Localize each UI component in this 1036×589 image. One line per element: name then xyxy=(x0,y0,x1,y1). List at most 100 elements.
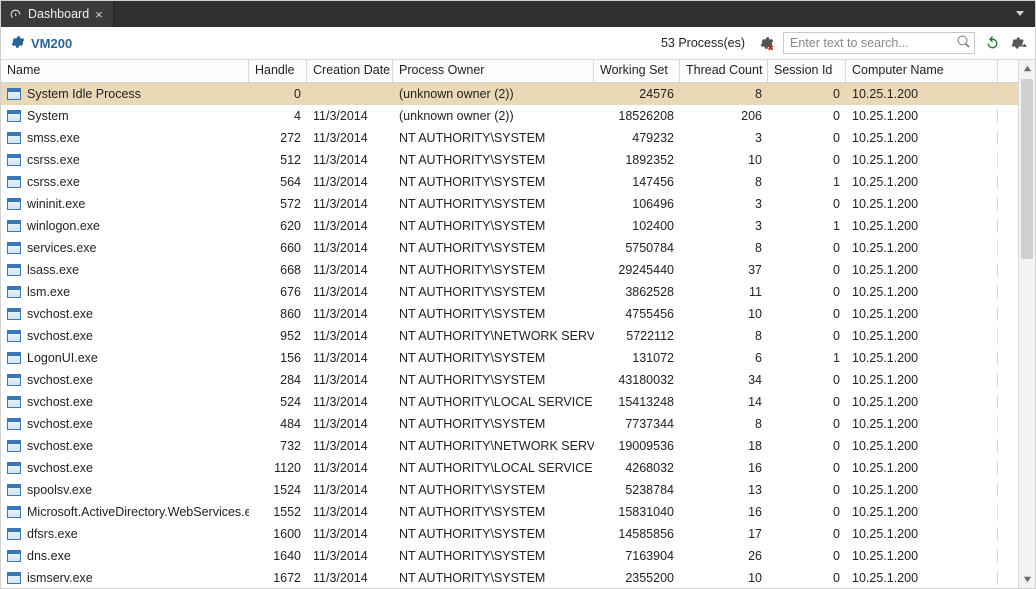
cell-name: svchost.exe xyxy=(27,373,93,387)
cell-session-id: 0 xyxy=(768,153,846,167)
cell-computer-name: 10.25.1.200 xyxy=(846,219,998,233)
table-row[interactable]: System Idle Process0(unknown owner (2))2… xyxy=(1,83,1018,105)
cell-date: 11/3/2014 xyxy=(307,527,393,541)
gear-delete-icon[interactable] xyxy=(757,34,775,52)
cell-computer-name: 10.25.1.200 xyxy=(846,571,998,585)
close-icon[interactable]: × xyxy=(95,8,103,21)
cell-handle: 1524 xyxy=(249,483,307,497)
cell-working-set: 106496 xyxy=(594,197,680,211)
table-row[interactable]: services.exe66011/3/2014NT AUTHORITY\SYS… xyxy=(1,237,1018,259)
col-handle[interactable]: Handle xyxy=(249,60,307,82)
table-row[interactable]: svchost.exe86011/3/2014NT AUTHORITY\SYST… xyxy=(1,303,1018,325)
cell-session-id: 0 xyxy=(768,329,846,343)
process-icon xyxy=(7,220,21,232)
search-input-wrap[interactable] xyxy=(783,32,975,54)
table-row[interactable]: Microsoft.ActiveDirectory.WebServices.ex… xyxy=(1,501,1018,523)
cell-handle: 0 xyxy=(249,87,307,101)
cell-session-id: 0 xyxy=(768,285,846,299)
col-computer-name[interactable]: Computer Name xyxy=(846,60,998,82)
cell-name: csrss.exe xyxy=(27,153,80,167)
scroll-down-icon[interactable] xyxy=(1019,571,1035,588)
cell-owner: NT AUTHORITY\SYSTEM xyxy=(393,263,594,277)
table-row[interactable]: smss.exe27211/3/2014NT AUTHORITY\SYSTEM4… xyxy=(1,127,1018,149)
cell-session-id: 0 xyxy=(768,505,846,519)
cell-computer-name: 10.25.1.200 xyxy=(846,109,998,123)
cell-name: LogonUI.exe xyxy=(27,351,98,365)
cell-thread-count: 206 xyxy=(680,109,768,123)
col-creation-date[interactable]: Creation Date xyxy=(307,60,393,82)
table-row[interactable]: System411/3/2014(unknown owner (2))18526… xyxy=(1,105,1018,127)
process-icon xyxy=(7,176,21,188)
table-row[interactable]: lsass.exe66811/3/2014NT AUTHORITY\SYSTEM… xyxy=(1,259,1018,281)
scroll-track[interactable] xyxy=(1019,77,1035,571)
cell-working-set: 4268032 xyxy=(594,461,680,475)
cell-date: 11/3/2014 xyxy=(307,241,393,255)
tabbar-dropdown-icon[interactable] xyxy=(1011,7,1029,21)
table-row[interactable]: svchost.exe52411/3/2014NT AUTHORITY\LOCA… xyxy=(1,391,1018,413)
col-name[interactable]: Name xyxy=(1,60,249,82)
process-icon xyxy=(7,572,21,584)
cell-name: svchost.exe xyxy=(27,329,93,343)
cell-working-set: 43180032 xyxy=(594,373,680,387)
table-row[interactable]: svchost.exe48411/3/2014NT AUTHORITY\SYST… xyxy=(1,413,1018,435)
col-session-id[interactable]: Session Id xyxy=(768,60,846,82)
col-process-owner[interactable]: Process Owner xyxy=(393,60,594,82)
table-row[interactable]: wininit.exe57211/3/2014NT AUTHORITY\SYST… xyxy=(1,193,1018,215)
cell-session-id: 0 xyxy=(768,395,846,409)
cell-computer-name: 10.25.1.200 xyxy=(846,197,998,211)
search-icon[interactable] xyxy=(957,35,970,51)
table-row[interactable]: dfsrs.exe160011/3/2014NT AUTHORITY\SYSTE… xyxy=(1,523,1018,545)
cell-owner: NT AUTHORITY\NETWORK SERVICE xyxy=(393,329,594,343)
cell-owner: (unknown owner (2)) xyxy=(393,109,594,123)
cell-owner: NT AUTHORITY\SYSTEM xyxy=(393,241,594,255)
table-row[interactable]: svchost.exe28411/3/2014NT AUTHORITY\SYST… xyxy=(1,369,1018,391)
table-row[interactable]: csrss.exe56411/3/2014NT AUTHORITY\SYSTEM… xyxy=(1,171,1018,193)
cell-name: wininit.exe xyxy=(27,197,85,211)
cell-computer-name: 10.25.1.200 xyxy=(846,505,998,519)
tab-dashboard[interactable]: Dashboard × xyxy=(1,1,114,27)
col-thread-count[interactable]: Thread Count xyxy=(680,60,768,82)
cell-session-id: 0 xyxy=(768,549,846,563)
process-icon xyxy=(7,396,21,408)
cell-session-id: 0 xyxy=(768,461,846,475)
table-row[interactable]: svchost.exe73211/3/2014NT AUTHORITY\NETW… xyxy=(1,435,1018,457)
table-row[interactable]: dns.exe164011/3/2014NT AUTHORITY\SYSTEM7… xyxy=(1,545,1018,567)
cell-computer-name: 10.25.1.200 xyxy=(846,483,998,497)
table-row[interactable]: spoolsv.exe152411/3/2014NT AUTHORITY\SYS… xyxy=(1,479,1018,501)
settings-dropdown-icon[interactable] xyxy=(1009,34,1027,52)
cell-name: csrss.exe xyxy=(27,175,80,189)
table-row[interactable]: ismserv.exe167211/3/2014NT AUTHORITY\SYS… xyxy=(1,567,1018,588)
cell-working-set: 3862528 xyxy=(594,285,680,299)
cell-name: svchost.exe xyxy=(27,439,93,453)
table-row[interactable]: svchost.exe112011/3/2014NT AUTHORITY\LOC… xyxy=(1,457,1018,479)
cell-computer-name: 10.25.1.200 xyxy=(846,153,998,167)
refresh-icon[interactable] xyxy=(983,34,1001,52)
process-icon xyxy=(7,506,21,518)
scroll-up-icon[interactable] xyxy=(1019,60,1035,77)
cell-thread-count: 14 xyxy=(680,395,768,409)
table-row[interactable]: LogonUI.exe15611/3/2014NT AUTHORITY\SYST… xyxy=(1,347,1018,369)
cell-owner: NT AUTHORITY\SYSTEM xyxy=(393,153,594,167)
cell-handle: 860 xyxy=(249,307,307,321)
cell-name: dns.exe xyxy=(27,549,71,563)
table-row[interactable]: csrss.exe51211/3/2014NT AUTHORITY\SYSTEM… xyxy=(1,149,1018,171)
cell-date: 11/3/2014 xyxy=(307,461,393,475)
cell-owner: NT AUTHORITY\SYSTEM xyxy=(393,197,594,211)
cell-working-set: 147456 xyxy=(594,175,680,189)
scroll-thumb[interactable] xyxy=(1021,79,1033,259)
cell-handle: 484 xyxy=(249,417,307,431)
cell-handle: 1552 xyxy=(249,505,307,519)
search-input[interactable] xyxy=(790,36,957,50)
table-row[interactable]: winlogon.exe62011/3/2014NT AUTHORITY\SYS… xyxy=(1,215,1018,237)
cell-thread-count: 8 xyxy=(680,87,768,101)
process-count-label: 53 Process(es) xyxy=(661,36,745,50)
table-row[interactable]: lsm.exe67611/3/2014NT AUTHORITY\SYSTEM38… xyxy=(1,281,1018,303)
gauge-icon xyxy=(9,8,22,21)
cell-working-set: 479232 xyxy=(594,131,680,145)
vertical-scrollbar[interactable] xyxy=(1018,60,1035,588)
cell-handle: 284 xyxy=(249,373,307,387)
process-icon xyxy=(7,264,21,276)
col-working-set[interactable]: Working Set xyxy=(594,60,680,82)
table-row[interactable]: svchost.exe95211/3/2014NT AUTHORITY\NETW… xyxy=(1,325,1018,347)
cell-session-id: 0 xyxy=(768,439,846,453)
